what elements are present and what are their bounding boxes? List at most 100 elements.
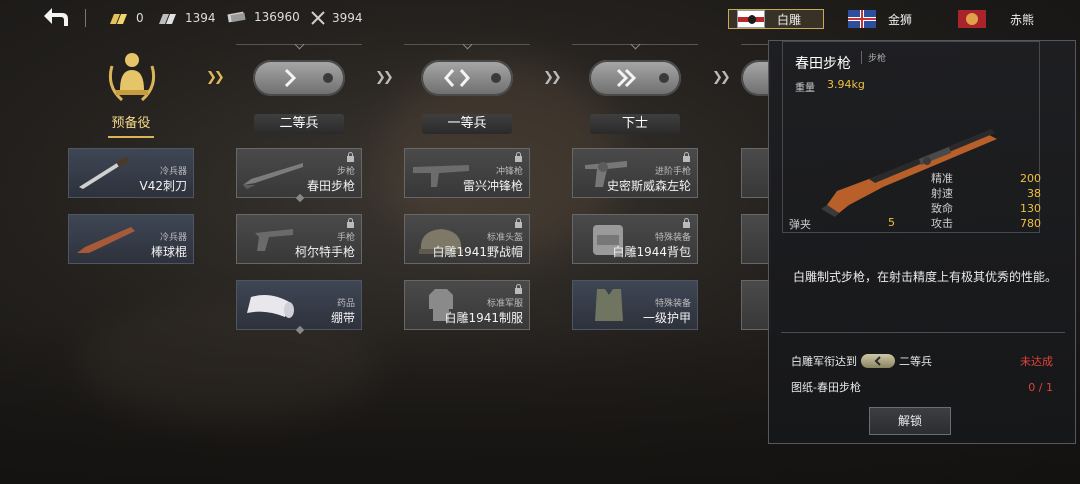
item-card-baseball-bat[interactable]: 冷兵器 棒球棍	[68, 214, 194, 264]
item-card-backpack[interactable]: 特殊装备 白雕1944背包	[572, 214, 698, 264]
item-card-uniform[interactable]: 标准军服 白雕1941制服	[404, 280, 530, 330]
item-card-bayonet[interactable]: 冷兵器 V42刺刀	[68, 148, 194, 198]
red-bear-flag-icon	[958, 10, 986, 28]
item-name: 一级护甲	[642, 311, 691, 325]
requirement-status: 0 / 1	[1028, 380, 1053, 394]
lock-icon	[347, 152, 354, 162]
private-first-class-insignia-icon	[421, 60, 513, 96]
rank-arrow-icon: ❯❯	[712, 70, 731, 85]
gold-bars-icon	[110, 14, 127, 24]
item-category: 标准军服	[486, 299, 523, 309]
stat-value: 200	[1020, 172, 1041, 185]
lock-icon	[683, 218, 690, 228]
item-name: 史密斯威森左轮	[606, 179, 691, 193]
item-description: 白雕制式步枪，在射击精度上有极其优秀的性能。	[793, 270, 1058, 284]
private-insignia-icon	[253, 60, 345, 96]
lock-icon	[515, 284, 522, 294]
rank-arrow-icon: ❯❯	[206, 70, 225, 85]
silver-bars-icon	[159, 14, 176, 24]
faction-name: 白雕	[777, 12, 802, 27]
item-type: 步枪	[861, 51, 886, 64]
rank-label: 二等兵	[254, 114, 344, 134]
stat-row: 致命 130	[931, 201, 1041, 216]
requirement-blueprint: 图纸-春田步枪 0 / 1	[791, 379, 1053, 395]
ammo-row: 弹夹 5	[789, 216, 895, 232]
white-eagle-flag-icon	[737, 10, 765, 28]
item-category: 步枪	[336, 167, 355, 177]
back-arrow-icon	[44, 8, 68, 26]
item-card-partial[interactable]	[741, 214, 771, 264]
item-card-partial[interactable]	[741, 148, 771, 198]
ammo-label: 弹夹	[789, 218, 811, 231]
currency-value: 3994	[332, 11, 363, 25]
currency-banknotes: 136960	[226, 10, 300, 24]
item-card-springfield-rifle[interactable]: 步枪 春田步枪	[236, 148, 362, 203]
divider	[572, 44, 698, 45]
divider	[404, 44, 530, 45]
item-name: V42刺刀	[139, 179, 187, 193]
item-category: 特殊装备	[654, 233, 691, 243]
stat-value: 780	[1020, 217, 1041, 230]
stat-value: 130	[1020, 202, 1041, 215]
current-rank-underline	[108, 136, 154, 138]
currency-silver: 1394	[157, 10, 216, 26]
item-category: 药品	[336, 299, 355, 309]
rank-arrow-icon: ❯❯	[375, 70, 394, 85]
item-card-field-cap[interactable]: 标准头盔 白雕1941野战帽	[404, 214, 530, 264]
baseball-bat-icon	[77, 227, 135, 253]
top-bar: 0 1394 136960 3994 白雕 金狮 赤熊	[0, 0, 1080, 36]
requirement-label: 白雕军衔达到	[791, 355, 857, 368]
item-name: 雷兴冲锋枪	[462, 179, 523, 193]
lock-icon	[515, 152, 522, 162]
currency-value: 1394	[185, 11, 216, 25]
item-card-reising-smg[interactable]: 冲锋枪 雷兴冲锋枪	[404, 148, 530, 198]
item-card-partial[interactable]	[741, 280, 771, 330]
item-card-bandage[interactable]: 药品 绷带	[236, 280, 362, 335]
divider	[741, 44, 771, 45]
stat-label: 致命	[931, 202, 953, 215]
back-button[interactable]	[40, 6, 72, 30]
divider	[781, 332, 1065, 333]
stat-label: 攻击	[931, 217, 953, 230]
requirement-rank: 白雕军衔达到 二等兵 未达成	[791, 353, 1053, 369]
item-card-armor-vest[interactable]: 特殊装备 一级护甲	[572, 280, 698, 330]
item-card-colt-pistol[interactable]: 手枪 柯尔特手枪	[236, 214, 362, 264]
unlock-button[interactable]: 解锁	[869, 407, 951, 435]
item-name: 春田步枪	[306, 179, 355, 193]
reserve-rank-emblem-icon	[108, 53, 156, 102]
currency-honor: 3994	[310, 10, 363, 26]
stat-row: 精准 200	[931, 171, 1041, 186]
lock-icon	[347, 218, 354, 228]
next-rank-insignia-icon	[741, 60, 771, 96]
faction-tab-golden-lion[interactable]: 金狮	[848, 9, 912, 29]
requirement-status: 未达成	[1020, 355, 1053, 368]
lock-icon	[515, 218, 522, 228]
stat-label: 射速	[931, 187, 953, 200]
stat-row: 射速 38	[931, 186, 1041, 201]
item-card-revolver[interactable]: 进阶手枪 史密斯威森左轮	[572, 148, 698, 198]
vest-icon	[595, 289, 623, 321]
divider	[236, 44, 362, 45]
ammo-value: 5	[888, 216, 895, 229]
lock-icon	[683, 152, 690, 162]
rifle-icon	[243, 163, 303, 189]
item-detail-panel: 春田步枪 步枪 重量 3.94kg 精准 200 射速 38 致命 130 攻击 780…	[768, 40, 1076, 444]
item-category: 标准头盔	[486, 233, 523, 243]
stat-list: 精准 200 射速 38 致命 130 攻击 780	[931, 171, 1041, 231]
item-category: 冷兵器	[159, 167, 187, 177]
item-name: 白雕1941野战帽	[432, 245, 523, 259]
stat-row: 攻击 780	[931, 216, 1041, 231]
item-name: 棒球棍	[150, 245, 187, 259]
item-category: 进阶手枪	[654, 167, 691, 177]
item-title: 春田步枪	[795, 56, 851, 72]
golden-lion-flag-icon	[848, 10, 876, 28]
bandage-icon	[247, 295, 294, 318]
banknotes-icon	[227, 11, 246, 23]
faction-tab-white-eagle[interactable]: 白雕	[728, 9, 824, 29]
item-category: 手枪	[336, 233, 355, 243]
faction-tab-red-bear[interactable]: 赤熊	[958, 9, 1034, 29]
faction-name: 金狮	[888, 12, 913, 27]
divider	[85, 9, 86, 27]
faction-name: 赤熊	[1010, 12, 1035, 27]
requirement-label: 图纸-春田步枪	[791, 381, 861, 394]
